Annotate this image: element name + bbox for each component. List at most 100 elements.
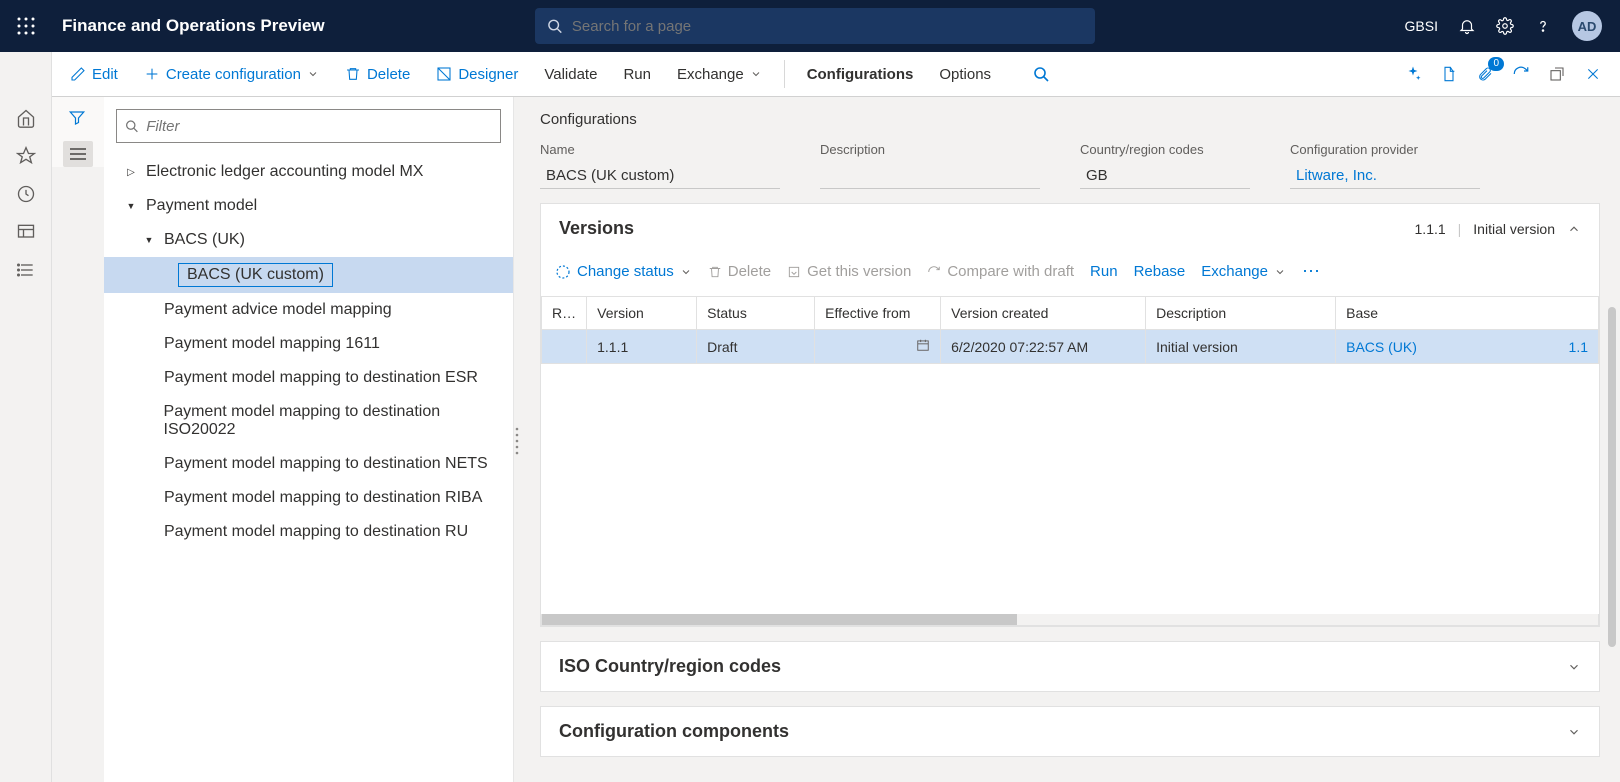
field-value-country[interactable]: GB — [1080, 163, 1250, 189]
cell-r[interactable] — [542, 330, 587, 364]
download-icon — [787, 265, 801, 279]
tree-node[interactable]: BACS (UK custom) — [104, 257, 513, 293]
scrollbar-thumb[interactable] — [542, 614, 1017, 625]
table-row[interactable]: 1.1.1 Draft 6/2/2020 07:22:57 AM Initial… — [542, 330, 1599, 364]
grid-horizontal-scrollbar[interactable] — [541, 614, 1599, 626]
versions-run-button[interactable]: Run — [1090, 263, 1118, 280]
col-description[interactable]: Description — [1146, 297, 1336, 330]
close-button[interactable] — [1582, 63, 1604, 85]
filter-rail — [52, 97, 104, 167]
search-input[interactable] — [572, 18, 1083, 35]
field-label-name: Name — [540, 142, 780, 157]
help-icon[interactable] — [1534, 17, 1552, 35]
favorites-star-icon[interactable] — [16, 146, 36, 166]
search-box[interactable] — [535, 8, 1095, 44]
field-value-description[interactable] — [820, 163, 1040, 189]
tree-node-label: Payment model mapping to destination NET… — [158, 453, 494, 475]
config-pane-scrollbar[interactable] — [1608, 307, 1616, 647]
copilot-button[interactable] — [1402, 63, 1424, 85]
tree-node[interactable]: Payment model mapping to destination RU — [104, 515, 513, 549]
col-r[interactable]: R… — [542, 297, 587, 330]
workspaces-icon[interactable] — [16, 222, 36, 242]
field-value-name[interactable]: BACS (UK custom) — [540, 163, 780, 189]
change-status-button[interactable]: Change status — [555, 263, 692, 280]
settings-gear-icon[interactable] — [1496, 17, 1514, 35]
recent-clock-icon[interactable] — [16, 184, 36, 204]
tree-node-label: Payment advice model mapping — [158, 299, 398, 321]
versions-exchange-button[interactable]: Exchange — [1201, 263, 1286, 280]
tab-configurations[interactable]: Configurations — [797, 60, 924, 89]
company-picker[interactable]: GBSI — [1405, 18, 1438, 34]
tree-filter-input[interactable] — [146, 118, 492, 135]
section-title: Configurations — [540, 111, 1600, 128]
calendar-icon[interactable] — [916, 338, 930, 352]
rebase-button[interactable]: Rebase — [1134, 263, 1186, 280]
col-base[interactable]: Base — [1336, 297, 1599, 330]
refresh-icon — [1512, 65, 1530, 83]
tree-caret-icon[interactable] — [140, 235, 158, 245]
tree-node[interactable]: Payment model mapping to destination RIB… — [104, 481, 513, 515]
field-value-provider[interactable]: Litware, Inc. — [1290, 163, 1480, 189]
tree-node-label: Payment model mapping 1611 — [158, 333, 386, 355]
tree-node[interactable]: Payment model mapping to destination ISO… — [104, 395, 513, 447]
cell-description[interactable]: Initial version — [1146, 330, 1336, 364]
edit-button[interactable]: Edit — [60, 60, 128, 89]
versions-current: 1.1.1 — [1415, 221, 1446, 237]
delete-button[interactable]: Delete — [335, 60, 420, 89]
modules-list-icon[interactable] — [16, 260, 36, 280]
search-in-page-button[interactable] — [1023, 60, 1059, 88]
cell-status[interactable]: Draft — [697, 330, 815, 364]
tree-caret-icon[interactable] — [122, 167, 140, 178]
refresh-button[interactable] — [1510, 63, 1532, 85]
tree-node[interactable]: Payment model mapping 1611 — [104, 327, 513, 361]
tree-node-label: BACS (UK custom) — [178, 263, 333, 287]
run-button[interactable]: Run — [613, 60, 661, 89]
tree-node[interactable]: Electronic ledger accounting model MX — [104, 155, 513, 189]
col-status[interactable]: Status — [697, 297, 815, 330]
cell-effective-from[interactable] — [815, 330, 941, 364]
col-effective-from[interactable]: Effective from — [815, 297, 941, 330]
iso-country-card[interactable]: ISO Country/region codes — [540, 641, 1600, 692]
cell-base[interactable]: BACS (UK) 1.1 — [1336, 330, 1599, 364]
filter-funnel-button[interactable] — [68, 109, 88, 127]
chevron-down-icon — [750, 68, 762, 80]
user-avatar[interactable]: AD — [1572, 11, 1602, 41]
compare-with-draft-button[interactable]: Compare with draft — [927, 263, 1074, 280]
tree-node[interactable]: Payment model mapping to destination NET… — [104, 447, 513, 481]
action-bar: Edit Create configuration Delete Designe… — [0, 52, 1620, 97]
cell-version-created[interactable]: 6/2/2020 07:22:57 AM — [941, 330, 1146, 364]
col-version-created[interactable]: Version created — [941, 297, 1146, 330]
versions-current-desc: Initial version — [1473, 221, 1555, 237]
config-components-title: Configuration components — [559, 721, 789, 742]
document-button[interactable] — [1438, 63, 1460, 85]
tree-node[interactable]: Payment model mapping to destination ESR — [104, 361, 513, 395]
config-components-card[interactable]: Configuration components — [540, 706, 1600, 757]
col-version[interactable]: Version — [587, 297, 697, 330]
iso-country-title: ISO Country/region codes — [559, 656, 781, 677]
notification-bell-icon[interactable] — [1458, 17, 1476, 35]
get-this-version-button[interactable]: Get this version — [787, 263, 911, 280]
versions-collapse-toggle[interactable] — [1567, 222, 1581, 236]
document-icon — [1441, 65, 1457, 83]
tree-filter[interactable] — [116, 109, 501, 143]
lines-view-button[interactable] — [63, 141, 93, 167]
funnel-icon — [68, 109, 86, 127]
designer-icon — [436, 66, 452, 82]
popout-button[interactable] — [1546, 63, 1568, 85]
home-icon[interactable] — [16, 108, 36, 128]
versions-delete-button[interactable]: Delete — [708, 263, 771, 280]
exchange-button[interactable]: Exchange — [667, 60, 772, 89]
designer-button[interactable]: Designer — [426, 60, 528, 89]
trash-icon — [345, 66, 361, 82]
tree-node[interactable]: BACS (UK) — [104, 223, 513, 257]
tab-options[interactable]: Options — [929, 60, 1001, 89]
validate-button[interactable]: Validate — [534, 60, 607, 89]
app-launcher[interactable] — [0, 0, 52, 52]
versions-more-button[interactable]: ⋯ — [1302, 261, 1322, 282]
cell-version[interactable]: 1.1.1 — [587, 330, 697, 364]
tree-caret-icon[interactable] — [122, 201, 140, 211]
attachments-button[interactable]: 0 — [1474, 63, 1496, 85]
tree-node[interactable]: Payment advice model mapping — [104, 293, 513, 327]
create-configuration-button[interactable]: Create configuration — [134, 60, 329, 89]
tree-node[interactable]: Payment model — [104, 189, 513, 223]
